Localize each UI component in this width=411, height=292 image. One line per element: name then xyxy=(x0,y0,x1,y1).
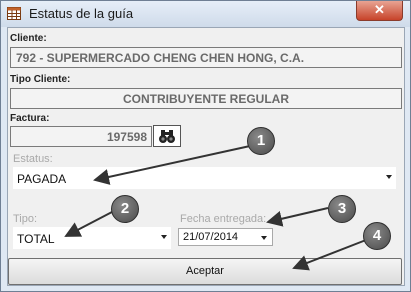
callout-arrow-4 xyxy=(292,239,367,271)
callout-arrow-3 xyxy=(266,207,329,227)
annotation-arrows xyxy=(64,145,367,271)
callout-badge-3: 3 xyxy=(328,195,356,223)
callout-arrow-1 xyxy=(93,145,251,185)
callout-badge-2: 2 xyxy=(111,195,139,223)
callout-badge-4: 4 xyxy=(363,222,391,250)
callout-badge-1: 1 xyxy=(247,127,275,155)
callout-arrow-2 xyxy=(64,211,113,237)
